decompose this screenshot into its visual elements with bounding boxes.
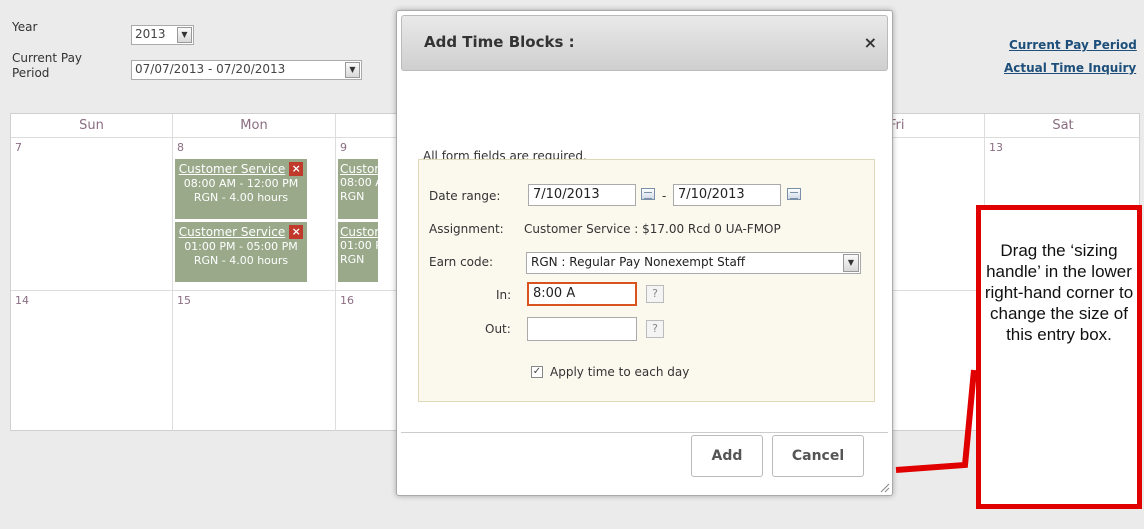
out-time-input[interactable]: [527, 317, 637, 341]
time-block-form: Date range: 7/10/2013 - 7/10/2013 Assign…: [418, 159, 875, 402]
time-block-hours: RGN: [340, 253, 365, 266]
calendar-icon[interactable]: [787, 188, 801, 200]
time-block-time: 08:00 AM: [340, 176, 378, 189]
in-label: In:: [496, 288, 512, 302]
day-cell[interactable]: 15: [173, 291, 336, 431]
chevron-down-icon[interactable]: ▼: [843, 254, 859, 272]
time-block-title[interactable]: Custom: [340, 225, 378, 239]
help-icon[interactable]: ?: [646, 320, 664, 338]
time-block-title[interactable]: Customer Service: [179, 225, 285, 239]
dialog-divider: [401, 432, 888, 433]
chevron-down-icon[interactable]: ▼: [177, 27, 192, 43]
time-block[interactable]: Customer Service × 01:00 PM - 05:00 PM RG…: [175, 222, 307, 282]
time-block-time: 01:00 PM: [340, 239, 378, 252]
time-block-hours: RGN - 4.00 hours: [193, 191, 289, 204]
day-cell[interactable]: 14: [11, 291, 173, 431]
calendar-icon[interactable]: [641, 188, 655, 200]
date-from-input[interactable]: 7/10/2013: [528, 184, 636, 206]
dialog-title: Add Time Blocks :: [424, 33, 575, 51]
day-header-sun: Sun: [11, 114, 173, 138]
pay-period-label: Current Pay Period: [12, 51, 83, 80]
day-number: 8: [177, 141, 184, 154]
delete-icon[interactable]: ×: [289, 162, 304, 176]
time-block[interactable]: Custom 08:00 AM RGN: [338, 159, 378, 219]
apply-each-day-checkbox[interactable]: ✓: [531, 366, 543, 378]
chevron-down-icon[interactable]: ▼: [345, 62, 360, 78]
year-select[interactable]: 2013 ▼: [131, 25, 194, 45]
year-value: 2013: [135, 27, 166, 41]
earn-code-select[interactable]: RGN : Regular Pay Nonexempt Staff ▼: [526, 252, 861, 274]
help-icon[interactable]: ?: [646, 285, 664, 303]
day-number: 14: [15, 294, 29, 307]
close-icon[interactable]: ×: [864, 33, 877, 52]
annotation-callout: Drag the ‘sizing handle’ in the lower ri…: [976, 205, 1142, 509]
time-block-title[interactable]: Custom: [340, 162, 378, 176]
earn-code-value: RGN : Regular Pay Nonexempt Staff: [531, 255, 746, 269]
annotation-pointer: [895, 369, 977, 473]
assignment-value: Customer Service : $17.00 Rcd 0 UA-FMOP: [524, 222, 781, 236]
cancel-button[interactable]: Cancel: [772, 435, 864, 477]
day-header-sat: Sat: [985, 114, 1141, 138]
date-to-input[interactable]: 7/10/2013: [673, 184, 781, 206]
day-number: 16: [340, 294, 354, 307]
time-block[interactable]: Custom 01:00 PM RGN: [338, 222, 378, 282]
time-block-hours: RGN - 4.00 hours: [193, 254, 289, 267]
pay-period-select[interactable]: 07/07/2013 - 07/20/2013 ▼: [131, 60, 362, 80]
day-header-mon: Mon: [173, 114, 336, 138]
current-pay-period-link[interactable]: Current Pay Period: [1009, 38, 1137, 52]
date-separator: -: [662, 189, 667, 203]
apply-each-day-label: Apply time to each day: [550, 365, 690, 379]
pay-period-value: 07/07/2013 - 07/20/2013: [135, 62, 286, 76]
add-button[interactable]: Add: [691, 435, 763, 477]
out-label: Out:: [485, 322, 511, 336]
time-block-time: 08:00 AM - 12:00 PM: [183, 177, 299, 190]
year-label: Year: [12, 20, 38, 34]
time-block[interactable]: Customer Service × 08:00 AM - 12:00 PM RG…: [175, 159, 307, 219]
assignment-label: Assignment:: [429, 222, 504, 236]
day-number: 7: [15, 141, 22, 154]
time-block-time: 01:00 PM - 05:00 PM: [184, 240, 298, 253]
date-range-label: Date range:: [429, 189, 501, 203]
in-time-input[interactable]: 8:00 A: [527, 282, 637, 306]
earn-code-label: Earn code:: [429, 255, 494, 269]
time-block-hours: RGN: [340, 190, 365, 203]
actual-time-inquiry-link[interactable]: Actual Time Inquiry: [1004, 61, 1136, 75]
day-cell[interactable]: 7: [11, 138, 173, 291]
day-cell[interactable]: 8 Customer Service × 08:00 AM - 12:00 PM …: [173, 138, 336, 291]
time-block-title[interactable]: Customer Service: [179, 162, 285, 176]
add-time-blocks-dialog: Add Time Blocks : × All form fields are …: [396, 10, 893, 496]
annotation-text: Drag the ‘sizing handle’ in the lower ri…: [984, 241, 1134, 344]
day-number: 9: [340, 141, 347, 154]
day-number: 15: [177, 294, 191, 307]
day-number: 13: [989, 141, 1003, 154]
delete-icon[interactable]: ×: [289, 225, 304, 239]
dialog-title-bar[interactable]: Add Time Blocks : ×: [401, 15, 888, 71]
